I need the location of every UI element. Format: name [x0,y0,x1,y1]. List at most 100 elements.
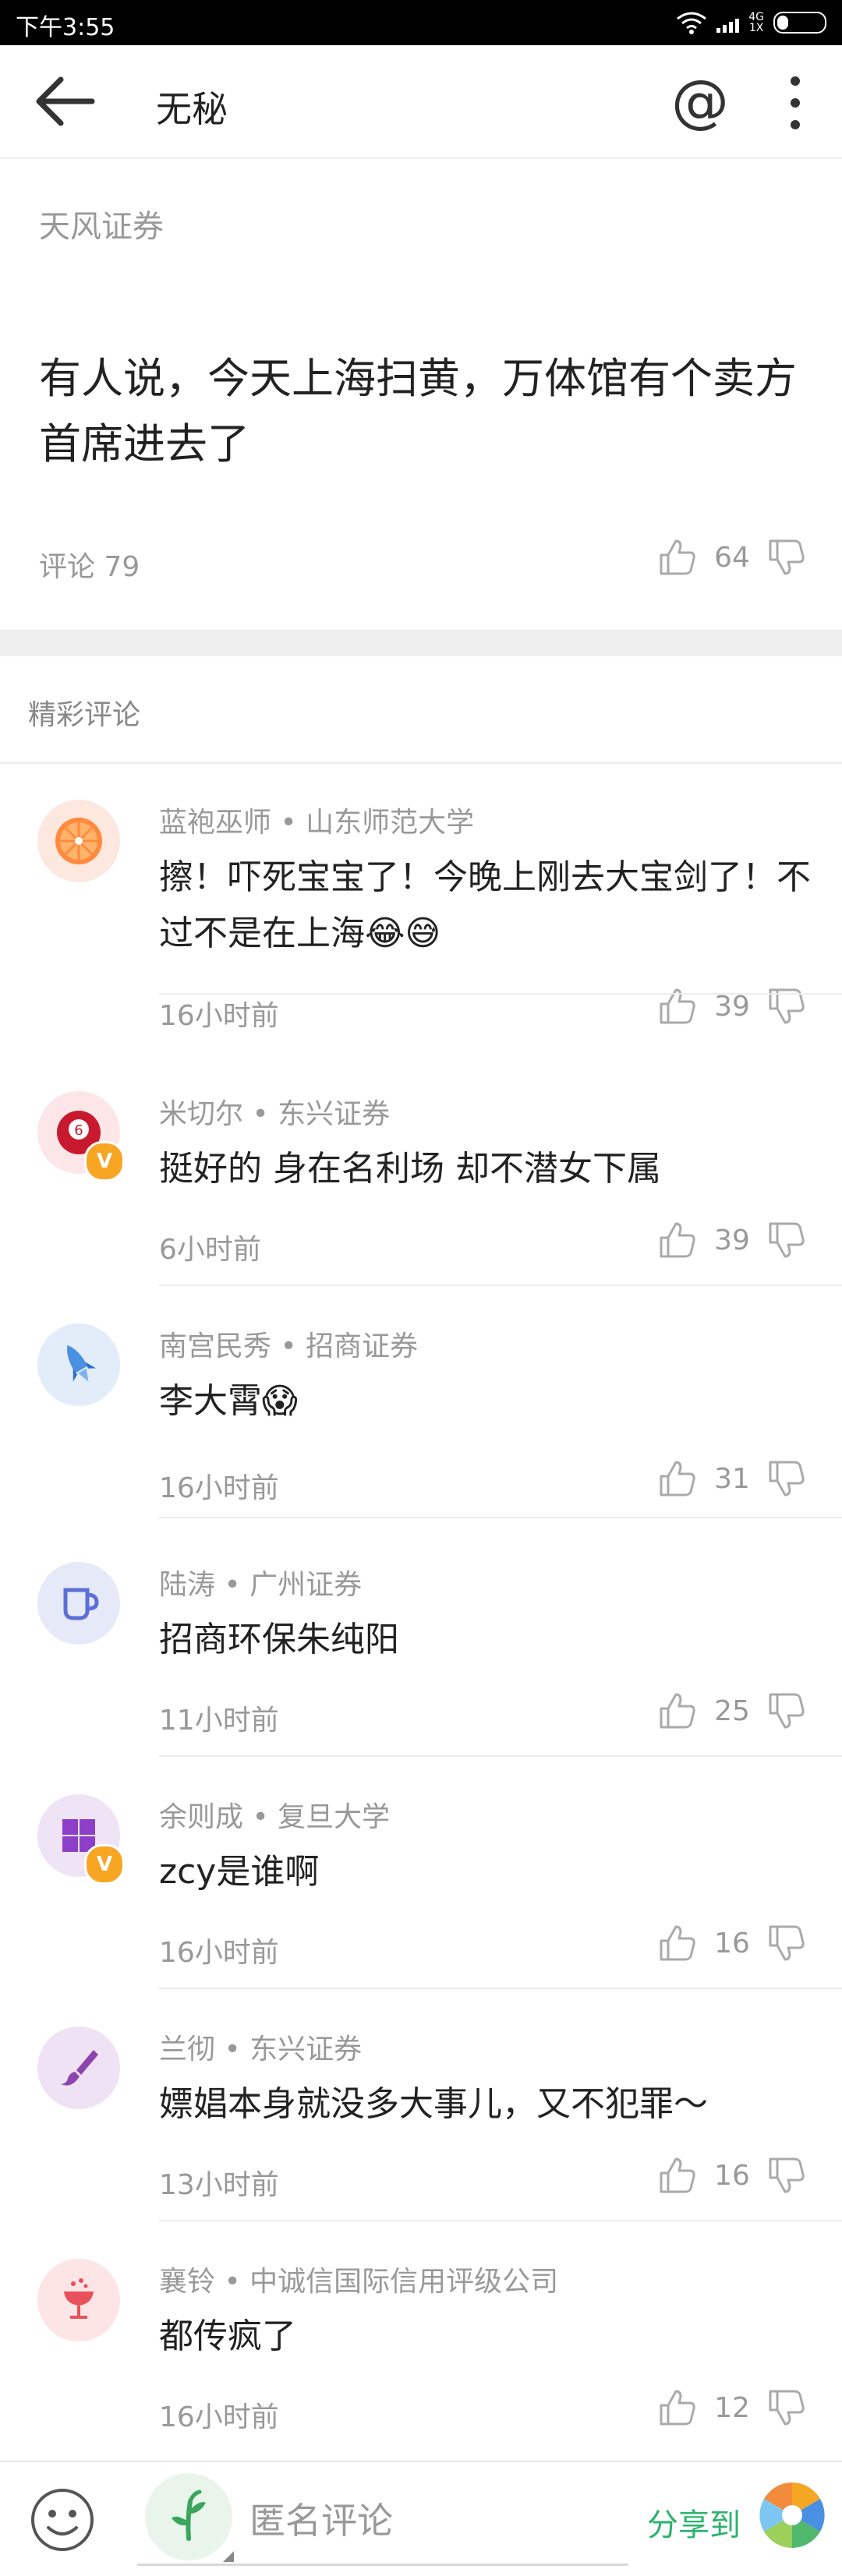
thumbs-down-icon[interactable] [766,1690,808,1732]
input-underline [137,2564,628,2566]
comment-text: 嫖娼本身就没多大事儿，又不犯罪～ [159,2084,708,2124]
thumbs-down-icon[interactable] [766,2154,808,2196]
divider [159,993,842,995]
rocket-icon [67,1345,97,1382]
post-content: 有人说，今天上海扫黄，万体馆有个卖方首席进去了 [39,354,797,468]
comment-bar: 分享到 [0,2461,842,2576]
comment-time: 6小时前 [159,1234,261,1266]
comment-item: 襄铃 • 中诚信国际信用评级公司 都传疯了 16小时前 12 [0,2221,842,2454]
comment-like-count: 16 [714,2159,750,2192]
comment-author[interactable]: 蓝袍巫师 • 山东师范大学 [159,800,474,840]
emoji-icon[interactable] [28,2486,97,2554]
share-label[interactable]: 分享到 [647,2500,741,2545]
cocktail-icon [64,2278,94,2319]
thumbs-up-icon[interactable] [656,2387,699,2429]
comment-text: 招商环保朱纯阳 [159,1620,399,1659]
status-bar: 下午3:55 4G 1X [0,0,842,45]
thumbs-up-icon[interactable] [656,2154,699,2196]
comment-text: 都传疯了 [159,2316,296,2356]
section-title: 精彩评论 [28,699,141,731]
ball-number: 6 [74,1122,83,1139]
thumbs-down-icon[interactable] [766,985,808,1027]
divider [159,1517,842,1518]
comment-like-count: 25 [714,1694,750,1727]
network-type: 4G 1X [748,12,764,34]
plant-icon [172,2489,206,2541]
page-title: 无秘 [156,88,228,130]
mug-icon [63,1588,99,1620]
verified-badge: V [84,1141,125,1182]
comment-time: 16小时前 [159,1937,279,1969]
featured-comments-header: 精彩评论 [0,656,842,764]
signal-icon [716,12,740,33]
thumbs-down-icon[interactable] [766,536,808,578]
post-like-count: 64 [714,541,750,574]
comment-author[interactable]: 米切尔 • 东兴证券 [159,1091,390,1132]
comment-text: 李大霄😱 [159,1381,298,1421]
comment-like-controls: 16 [656,2154,808,2196]
status-time: 下午3:55 [16,14,115,41]
comment-time: 16小时前 [159,2401,279,2433]
thumbs-down-icon[interactable] [766,2387,808,2429]
post-comment-count[interactable]: 评论 79 [39,544,140,585]
thumbs-up-icon[interactable] [656,1690,699,1732]
comment-item: 6 V 米切尔 • 东兴证券 挺好的 身在名利场 却不潜女下属 6小时前 39 [0,1054,842,1286]
avatar[interactable] [37,2027,120,2109]
mention-button[interactable]: @ [669,70,731,133]
avatar[interactable] [37,1562,120,1645]
comment-item: 南宫民秀 • 招商证券 李大霄😱 16小时前 31 [0,1286,842,1518]
comment-like-controls: 25 [656,1690,808,1732]
thumbs-down-icon[interactable] [766,1458,808,1500]
thumbs-down-icon[interactable] [766,1219,808,1261]
share-icon[interactable] [758,2481,826,2549]
anonymous-avatar[interactable] [145,2473,232,2560]
dropdown-corner-icon[interactable] [223,2551,234,2562]
comment-like-count: 39 [714,990,750,1023]
comment-author[interactable]: 兰彻 • 东兴证券 [159,2027,362,2067]
app-bar: 无秘 @ [0,45,842,159]
thumbs-up-icon[interactable] [656,1219,699,1261]
comment-like-controls: 12 [656,2387,808,2429]
comment-time: 11小时前 [159,1705,279,1737]
avatar[interactable] [37,1323,120,1406]
comment-author[interactable]: 南宫民秀 • 招商证券 [159,1323,418,1364]
comment-author[interactable]: 襄铃 • 中诚信国际信用评级公司 [159,2259,558,2299]
comment-time: 13小时前 [159,2169,279,2201]
verified-badge: V [84,1844,125,1885]
status-icons: 4G 1X [676,9,826,36]
more-options-icon[interactable] [780,73,811,133]
comment-input[interactable] [249,2493,624,2548]
avatar[interactable] [37,800,120,882]
thumbs-up-icon[interactable] [656,536,699,578]
comment-like-controls: 16 [656,1922,808,1964]
avatar[interactable] [37,2259,120,2341]
comment-item: 蓝袍巫师 • 山东师范大学 擦！吓死宝宝了！今晚上刚去大宝剑了！不过不是在上海😂… [0,762,842,1032]
comment-like-controls: 39 [656,985,808,1027]
wifi-icon [677,12,707,34]
post-author: 天风证券 [39,209,164,245]
comment-like-count: 16 [714,1927,750,1959]
comment-like-count: 12 [714,2391,750,2424]
thumbs-up-icon[interactable] [656,985,699,1027]
thumbs-up-icon[interactable] [656,1922,699,1964]
comment-time: 16小时前 [159,1000,279,1032]
battery-icon [773,12,826,34]
comment-item: V 余则成 • 复旦大学 zcy是谁啊 16小时前 16 [0,1757,842,1989]
back-arrow-icon[interactable] [31,73,101,129]
thumbs-down-icon[interactable] [766,1922,808,1964]
comment-like-controls: 31 [656,1458,808,1500]
comment-like-controls: 39 [656,1219,808,1261]
comment-like-count: 39 [714,1224,750,1256]
thumbs-up-icon[interactable] [656,1458,699,1500]
comment-text: 擦！吓死宝宝了！今晚上刚去大宝剑了！不过不是在上海😂😅 [159,857,811,953]
post-card: 天风证券 有人说，今天上海扫黄，万体馆有个卖方首席进去了 评论 79 64 [0,157,842,630]
comment-author[interactable]: 陆涛 • 广州证券 [159,1562,362,1602]
brush-icon [61,2050,98,2086]
comment-time: 16小时前 [159,1472,279,1504]
comment-text: zcy是谁啊 [159,1852,320,1892]
comment-author[interactable]: 余则成 • 复旦大学 [159,1794,390,1835]
network-bottom: 1X [748,22,764,34]
network-top: 4G [748,11,764,23]
section-gap [0,630,842,656]
orange-slice-icon [55,818,102,864]
